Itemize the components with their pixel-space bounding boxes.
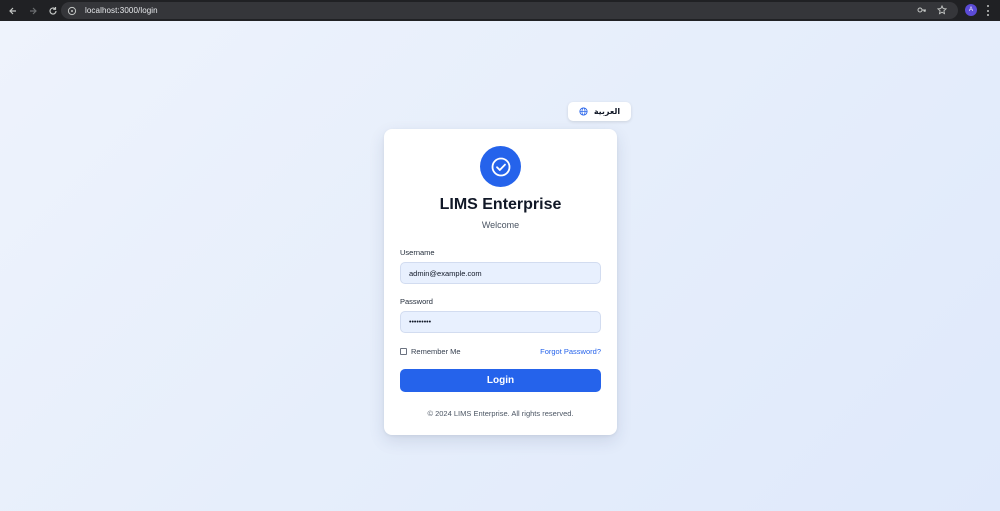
app-title: LIMS Enterprise <box>439 196 562 213</box>
welcome-subtitle: Welcome <box>481 220 520 230</box>
language-toggle-label: العربية <box>593 107 621 116</box>
login-button[interactable]: Login <box>400 369 601 392</box>
profile-avatar[interactable]: A <box>965 4 977 16</box>
browser-toolbar: localhost:3000/login A <box>0 0 1000 21</box>
remember-me-label[interactable]: Remember Me <box>411 347 461 356</box>
address-bar[interactable]: localhost:3000/login <box>61 2 958 19</box>
browser-menu-icon[interactable] <box>984 4 992 17</box>
login-page: العربية LIMS Enterprise Welcome Username… <box>0 21 1000 511</box>
check-circle-logo-icon <box>480 146 521 187</box>
language-toggle-button[interactable]: العربية <box>568 102 631 121</box>
reload-icon[interactable] <box>46 4 60 18</box>
back-icon[interactable] <box>6 4 20 18</box>
password-label: Password <box>400 297 433 306</box>
star-icon[interactable] <box>936 4 948 16</box>
remember-me-checkbox[interactable] <box>400 348 407 355</box>
password-input[interactable]: ••••••••• <box>400 311 601 333</box>
key-icon[interactable] <box>916 4 928 16</box>
copyright-footer: © 2024 LIMS Enterprise. All rights reser… <box>427 409 574 418</box>
username-label: Username <box>400 248 435 257</box>
forgot-password-link[interactable]: Forgot Password? <box>540 347 601 356</box>
login-card: LIMS Enterprise Welcome Username admin@e… <box>384 129 617 435</box>
forward-icon[interactable] <box>26 4 40 18</box>
url-text[interactable]: localhost:3000/login <box>85 6 158 15</box>
site-info-icon[interactable] <box>65 4 79 18</box>
globe-icon <box>579 107 588 116</box>
username-input[interactable]: admin@example.com <box>400 262 601 284</box>
remember-me[interactable]: Remember Me <box>400 347 461 356</box>
